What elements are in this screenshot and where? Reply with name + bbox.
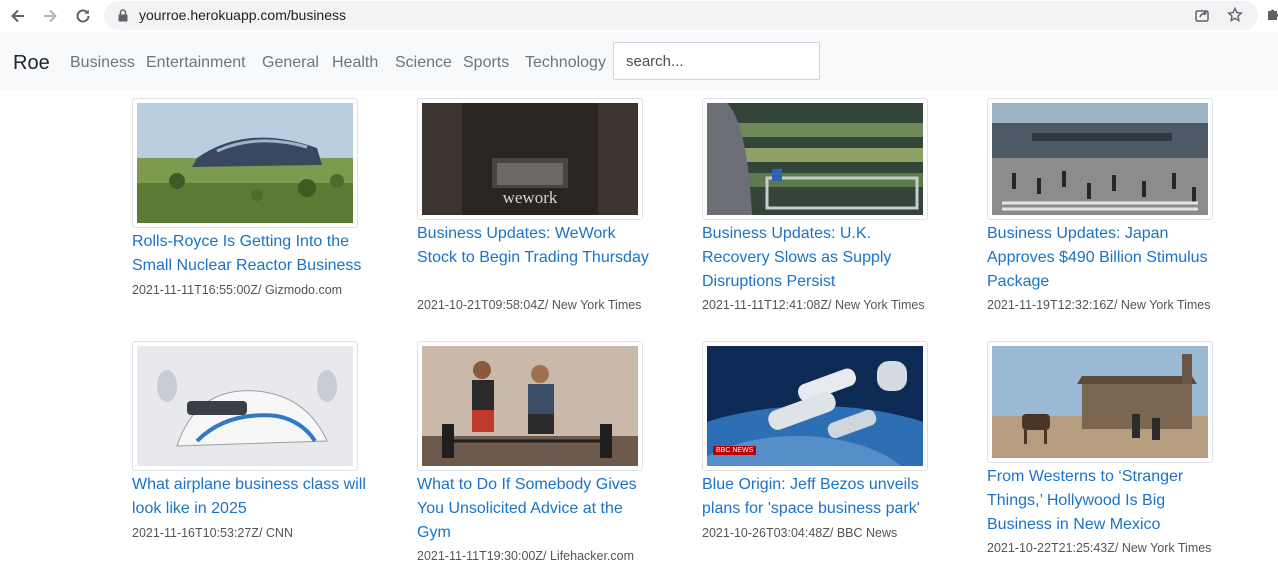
bbc-news-badge: BBC NEWS	[713, 446, 757, 455]
article-meta: 2021-11-11T19:30:00Z/ Lifehacker.com	[417, 549, 635, 563]
article-title-link[interactable]: Business Updates: WeWork Stock to Begin …	[417, 222, 657, 270]
article-thumbnail[interactable]	[417, 341, 643, 471]
nav-link-science[interactable]: Science	[395, 53, 452, 73]
lock-icon	[118, 9, 128, 27]
reload-icon[interactable]	[71, 4, 95, 28]
article-thumbnail[interactable]	[987, 98, 1213, 220]
address-bar[interactable]: yourroe.herokuapp.com/business	[104, 1, 1258, 30]
nav-link-general[interactable]: General	[262, 53, 319, 73]
bookmark-star-icon[interactable]	[1227, 6, 1243, 28]
gym-deadlift-image	[422, 346, 638, 466]
article-thumbnail[interactable]	[987, 341, 1213, 463]
article-meta: 2021-10-21T09:58:04Z/ New York Times	[417, 298, 642, 312]
tokyo-crossing-image	[992, 103, 1208, 215]
article-title-link[interactable]: Rolls-Royce Is Getting Into the Small Nu…	[132, 230, 372, 278]
article-meta: 2021-11-11T16:55:00Z/ Gizmodo.com	[132, 283, 343, 297]
article-meta: 2021-11-16T10:53:27Z/ CNN	[132, 526, 293, 540]
back-arrow-icon[interactable]	[6, 4, 30, 28]
article-thumbnail[interactable]: BBC NEWS	[702, 341, 928, 471]
grocery-shopper-image	[707, 103, 923, 215]
search-input[interactable]	[613, 42, 820, 80]
article-title-link[interactable]: Blue Origin: Jeff Bezos unveils plans fo…	[702, 473, 942, 521]
nav-link-sports[interactable]: Sports	[463, 53, 509, 73]
article-title-link[interactable]: What airplane business class will look l…	[132, 473, 372, 521]
article-meta: 2021-11-19T12:32:16Z/ New York Times	[987, 298, 1211, 312]
article-thumbnail[interactable]	[132, 98, 358, 228]
article-thumbnail[interactable]	[702, 98, 928, 220]
nav-link-health[interactable]: Health	[332, 53, 378, 73]
wework-sign-image: wework	[422, 103, 638, 215]
article-thumbnail[interactable]	[132, 341, 358, 471]
site-navbar: Roe Business Entertainment General Healt…	[0, 32, 1278, 90]
article-meta: 2021-10-22T21:25:43Z/ New York Times	[987, 541, 1212, 555]
extensions-puzzle-icon[interactable]	[1266, 8, 1278, 27]
stadium-rendering-image	[137, 103, 353, 223]
article-title-link[interactable]: Business Updates: U.K. Recovery Slows as…	[702, 222, 942, 294]
svg-text:wework: wework	[503, 188, 558, 207]
film-set-western-image	[992, 346, 1208, 458]
article-title-link[interactable]: From Westerns to ‘Stranger Things,’ Holl…	[987, 465, 1227, 537]
nav-link-business[interactable]: Business	[70, 53, 135, 73]
nav-link-entertainment[interactable]: Entertainment	[146, 53, 246, 73]
airplane-seat-image	[137, 346, 353, 466]
nav-link-technology[interactable]: Technology	[525, 53, 606, 73]
article-meta: 2021-10-26T03:04:48Z/ BBC News	[702, 526, 898, 540]
article-meta: 2021-11-11T12:41:08Z/ New York Times	[702, 298, 925, 312]
article-thumbnail[interactable]: wework	[417, 98, 643, 220]
article-title-link[interactable]: What to Do If Somebody Gives You Unsolic…	[417, 473, 657, 545]
article-title-link[interactable]: Business Updates: Japan Approves $490 Bi…	[987, 222, 1227, 294]
share-icon[interactable]	[1194, 7, 1210, 28]
brand-logo[interactable]: Roe	[13, 51, 50, 75]
url-text: yourroe.herokuapp.com/business	[139, 7, 347, 23]
forward-arrow-icon[interactable]	[38, 4, 62, 28]
browser-toolbar: yourroe.herokuapp.com/business	[0, 0, 1278, 32]
